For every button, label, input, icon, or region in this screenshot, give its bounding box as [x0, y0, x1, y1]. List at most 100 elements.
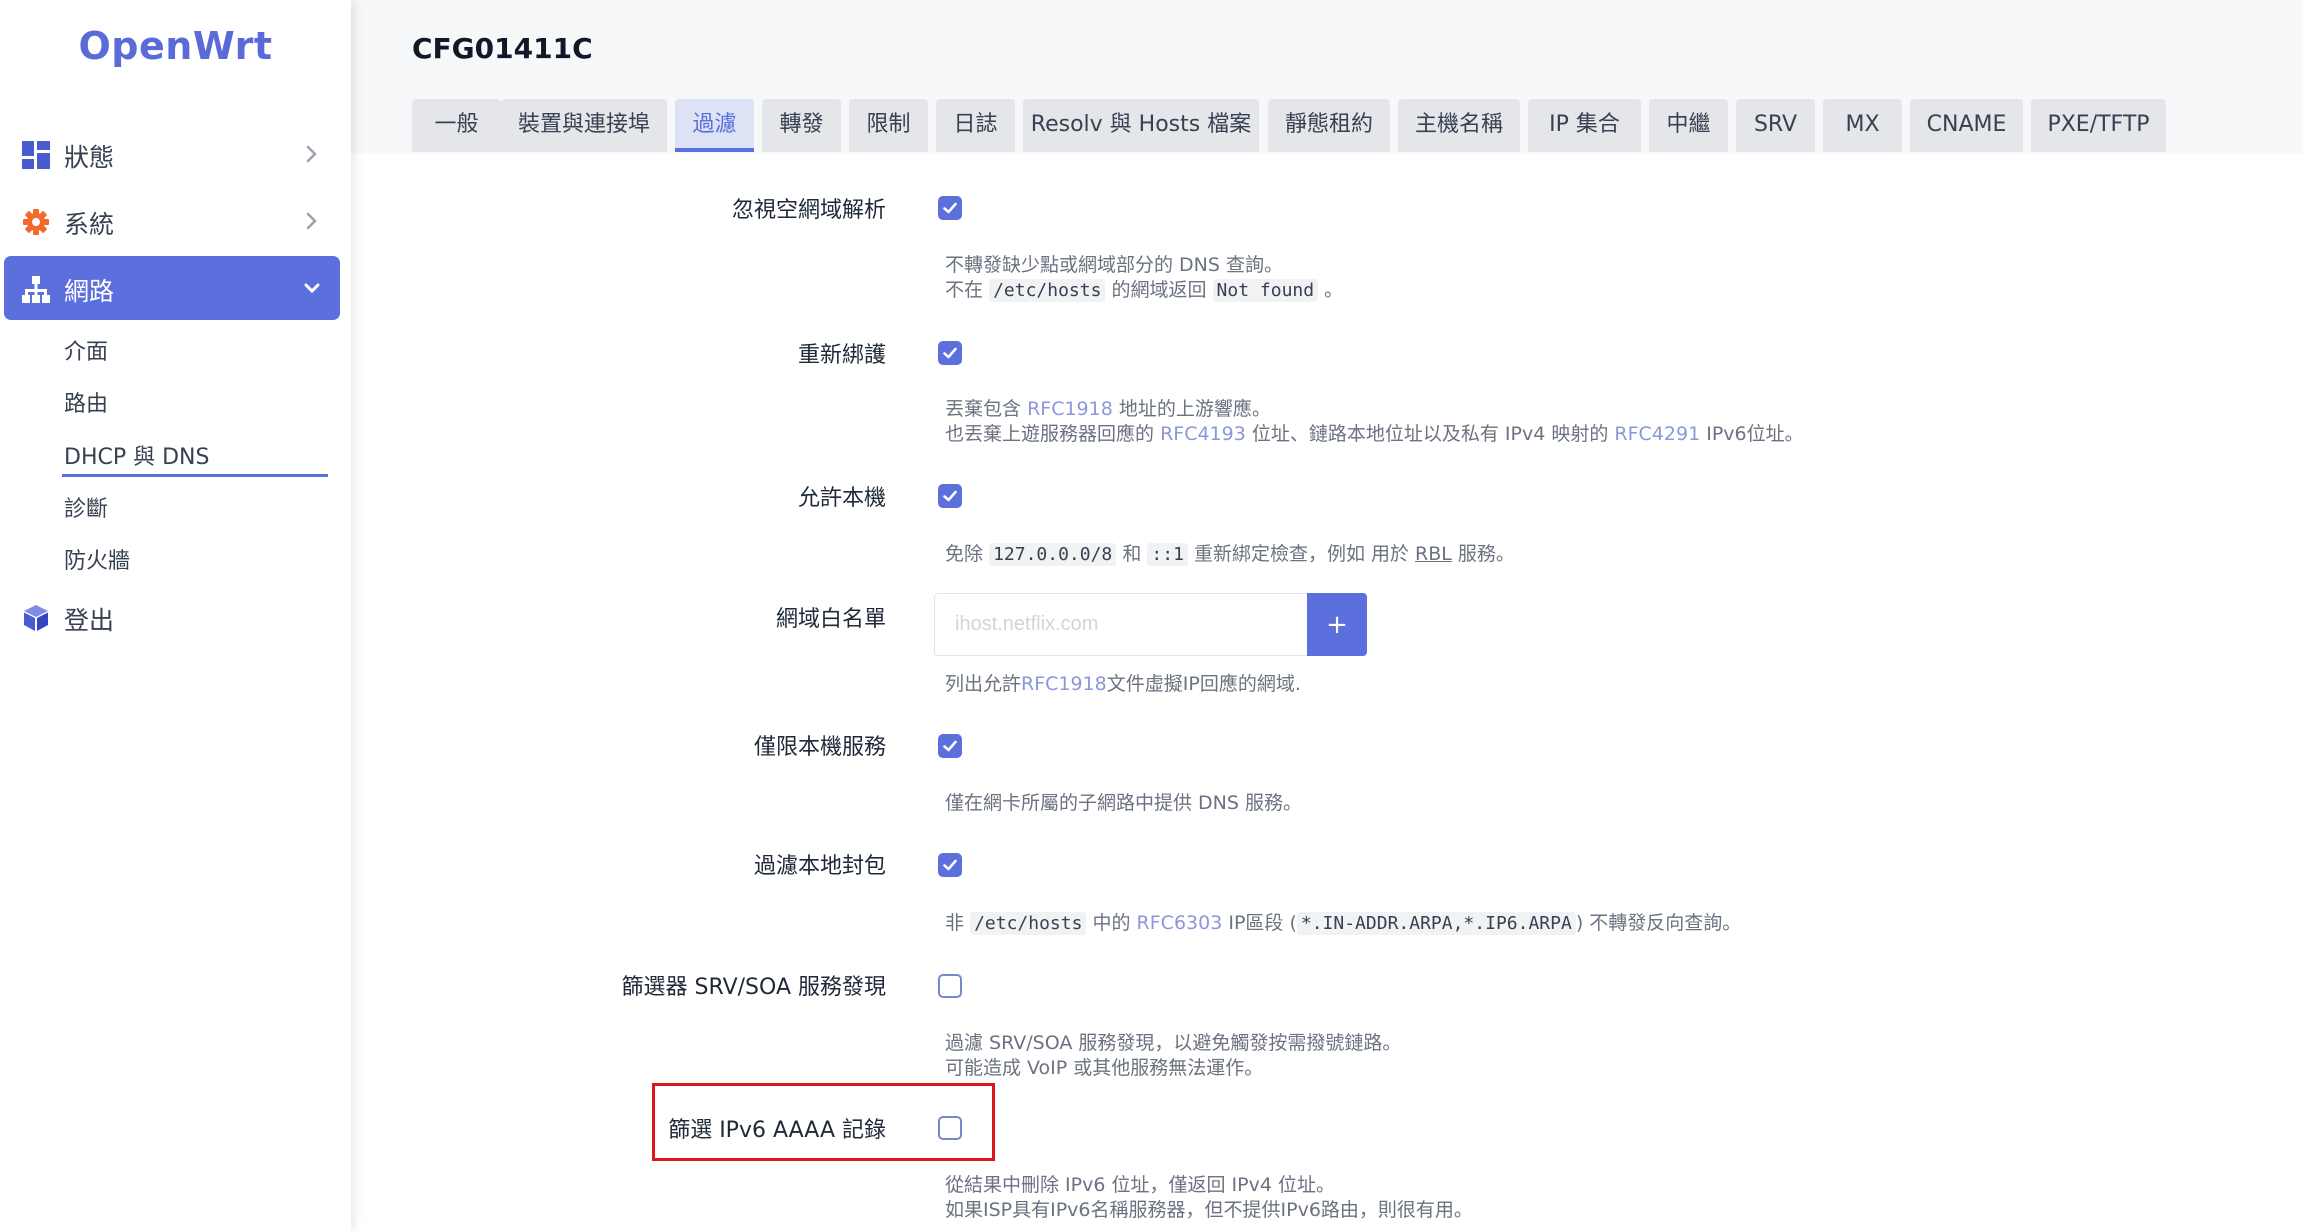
subnav-item-interfaces[interactable]: 介面	[64, 334, 108, 366]
help-line: 也丟棄上遊服務器回應的 RFC4193 位址、鏈路本地位址以及私有 IPv4 映…	[945, 422, 1804, 447]
help-text: IP區段 (	[1228, 912, 1297, 934]
tab-mx[interactable]: MX	[1823, 99, 1902, 152]
tab-active-indicator	[675, 148, 754, 152]
tab-general[interactable]: 一般	[412, 99, 501, 152]
sidebar-item-label: 狀態	[64, 143, 115, 172]
check-icon	[943, 202, 957, 214]
rbl-abbr: RBL	[1415, 543, 1452, 565]
rebind-domain-label: 網域白名單	[775, 607, 886, 632]
check-icon	[943, 490, 957, 502]
code-not-found: Not found	[1212, 279, 1319, 302]
sidebar-item-status[interactable]: 狀態	[4, 122, 340, 186]
tab-forwards[interactable]: 轉發	[762, 99, 841, 152]
rfc4291-link[interactable]: RFC4291	[1614, 423, 1700, 445]
local-service-checkbox[interactable]	[938, 734, 962, 758]
tab-limits[interactable]: 限制	[849, 99, 928, 152]
help-text: 的網域返回	[1111, 279, 1207, 301]
help-text: 文件虛擬IP回應的網域.	[1106, 673, 1301, 695]
filter-srv-soa-help: 過濾 SRV/SOA 服務發現，以避免觸發按需撥號鏈路。 可能造成 VoIP 或…	[945, 1031, 1401, 1081]
check-icon	[943, 740, 957, 752]
tab-cname[interactable]: CNAME	[1910, 99, 2023, 152]
help-text: 丟棄包含	[945, 398, 1022, 420]
subnav-item-firewall[interactable]: 防火牆	[64, 543, 130, 575]
add-domain-button[interactable]: +	[1307, 593, 1367, 656]
help-text: 非	[945, 912, 965, 934]
subnav-active-indicator	[62, 474, 328, 477]
help-text: 服務。	[1457, 543, 1515, 565]
subnav-item-dhcp-dns[interactable]: DHCP 與 DNS	[64, 439, 209, 471]
rebind-localhost-label: 允許本機	[797, 486, 886, 511]
check-icon	[943, 347, 957, 359]
help-text: 也丟棄上遊服務器回應的	[945, 423, 1155, 445]
tab-hostnames[interactable]: 主機名稱	[1398, 99, 1520, 152]
bogus-priv-help: 非 /etc/hosts 中的 RFC6303 IP區段 (*.IN-ADDR.…	[945, 911, 1741, 936]
rebind-domain-input-group: +	[934, 593, 1367, 656]
help-text: ) 不轉發反向查詢。	[1575, 912, 1742, 934]
filter-srv-soa-checkbox[interactable]	[938, 974, 962, 998]
help-line: 如果ISP具有IPv6名稱服務器，但不提供IPv6路由，則很有用。	[945, 1199, 1473, 1221]
filter-aaaa-checkbox[interactable]	[938, 1116, 962, 1140]
rebind-localhost-checkbox[interactable]	[938, 484, 962, 508]
help-line: 可能造成 VoIP 或其他服務無法運作。	[945, 1057, 1264, 1079]
domain-needed-label: 忽視空網域解析	[731, 198, 886, 223]
tab-pxe-tftp[interactable]: PXE/TFTP	[2031, 99, 2166, 152]
tab-srv[interactable]: SRV	[1736, 99, 1815, 152]
sidebar-item-label: 登出	[64, 606, 115, 635]
rebind-localhost-help: 免除 127.0.0.0/8 和 ::1 重新綁定檢查，例如 用於 RBL 服務…	[945, 542, 1515, 567]
help-text: 地址的上游響應。	[1118, 398, 1271, 420]
filter-srv-soa-label: 篩選器 SRV/SOA 服務發現	[621, 975, 886, 1000]
code-hosts-path: /etc/hosts	[989, 279, 1106, 302]
tab-logging[interactable]: 日誌	[936, 99, 1015, 152]
code-loopback-v4: 127.0.0.0/8	[989, 543, 1117, 566]
code-hosts-path: /etc/hosts	[970, 912, 1087, 935]
subnav-item-diagnostics[interactable]: 診斷	[64, 491, 108, 523]
help-text: 。	[1324, 279, 1344, 301]
tab-filter[interactable]: 過濾	[675, 99, 754, 152]
code-loopback-v6: ::1	[1147, 543, 1188, 566]
help-line: 不在 /etc/hosts 的網域返回 Not found 。	[945, 278, 1343, 303]
help-text: 免除	[945, 543, 984, 565]
rebind-protection-label: 重新綁護	[797, 343, 886, 368]
help-line: 丟棄包含 RFC1918 地址的上游響應。	[945, 397, 1804, 422]
bogus-priv-checkbox[interactable]	[938, 853, 962, 877]
help-text: 位址、鏈路本地位址以及私有 IPv4 映射的	[1251, 423, 1609, 445]
sidebar-item-label: 網路	[64, 277, 115, 306]
tab-static-leases[interactable]: 靜態租約	[1268, 99, 1390, 152]
gear-icon	[23, 209, 49, 235]
tab-devices-ports[interactable]: 裝置與連接埠	[501, 99, 667, 152]
help-text: 重新綁定檢查，例如 用於	[1193, 543, 1409, 565]
network-icon	[22, 276, 50, 303]
rebind-protection-checkbox[interactable]	[938, 341, 962, 365]
dashboard-icon	[22, 141, 50, 169]
tab-ip-sets[interactable]: IP 集合	[1528, 99, 1641, 152]
sidebar-item-system[interactable]: 系統	[4, 189, 340, 253]
sidebar-item-network[interactable]: 網路	[4, 256, 340, 320]
chevron-down-icon	[304, 283, 320, 294]
help-line: 從結果中刪除 IPv6 位址，僅返回 IPv4 位址。	[945, 1174, 1335, 1196]
tab-relay[interactable]: 中繼	[1649, 99, 1728, 152]
help-text: 中的	[1092, 912, 1131, 934]
sidebar-item-label: 系統	[64, 210, 115, 239]
chevron-right-icon	[306, 145, 317, 163]
help-line: 過濾 SRV/SOA 服務發現，以避免觸發按需撥號鏈路。	[945, 1032, 1402, 1054]
help-text: 列出允許	[945, 673, 1022, 695]
rfc1918-link[interactable]: RFC1918	[1021, 673, 1107, 695]
rebind-domain-input[interactable]	[934, 593, 1307, 656]
rfc1918-link[interactable]: RFC1918	[1027, 398, 1113, 420]
help-text: 不在	[945, 279, 984, 301]
local-service-label: 僅限本機服務	[753, 735, 886, 760]
openwrt-logo[interactable]: OpenWrt	[0, 24, 351, 68]
rfc4193-link[interactable]: RFC4193	[1160, 423, 1246, 445]
domain-needed-checkbox[interactable]	[938, 196, 962, 220]
rebind-protection-help: 丟棄包含 RFC1918 地址的上游響應。 也丟棄上遊服務器回應的 RFC419…	[945, 397, 1804, 447]
tab-resolv-hosts[interactable]: Resolv 與 Hosts 檔案	[1023, 99, 1259, 152]
help-line: 不轉發缺少點或網域部分的 DNS 查詢。	[945, 254, 1283, 276]
check-icon	[943, 859, 957, 871]
openwrt-app: OpenWrt 狀態 系統 網路 介面 路由 DHCP 與 DNS 診斷 防火牆…	[0, 0, 2303, 1231]
subnav-item-routes[interactable]: 路由	[64, 386, 108, 418]
rfc6303-link[interactable]: RFC6303	[1137, 912, 1223, 934]
sidebar-item-logout[interactable]: 登出	[4, 585, 340, 649]
filter-aaaa-help: 從結果中刪除 IPv6 位址，僅返回 IPv4 位址。 如果ISP具有IPv6名…	[945, 1173, 1473, 1223]
help-text: IPv6位址。	[1706, 423, 1804, 445]
bogus-priv-label: 過濾本地封包	[753, 854, 886, 879]
